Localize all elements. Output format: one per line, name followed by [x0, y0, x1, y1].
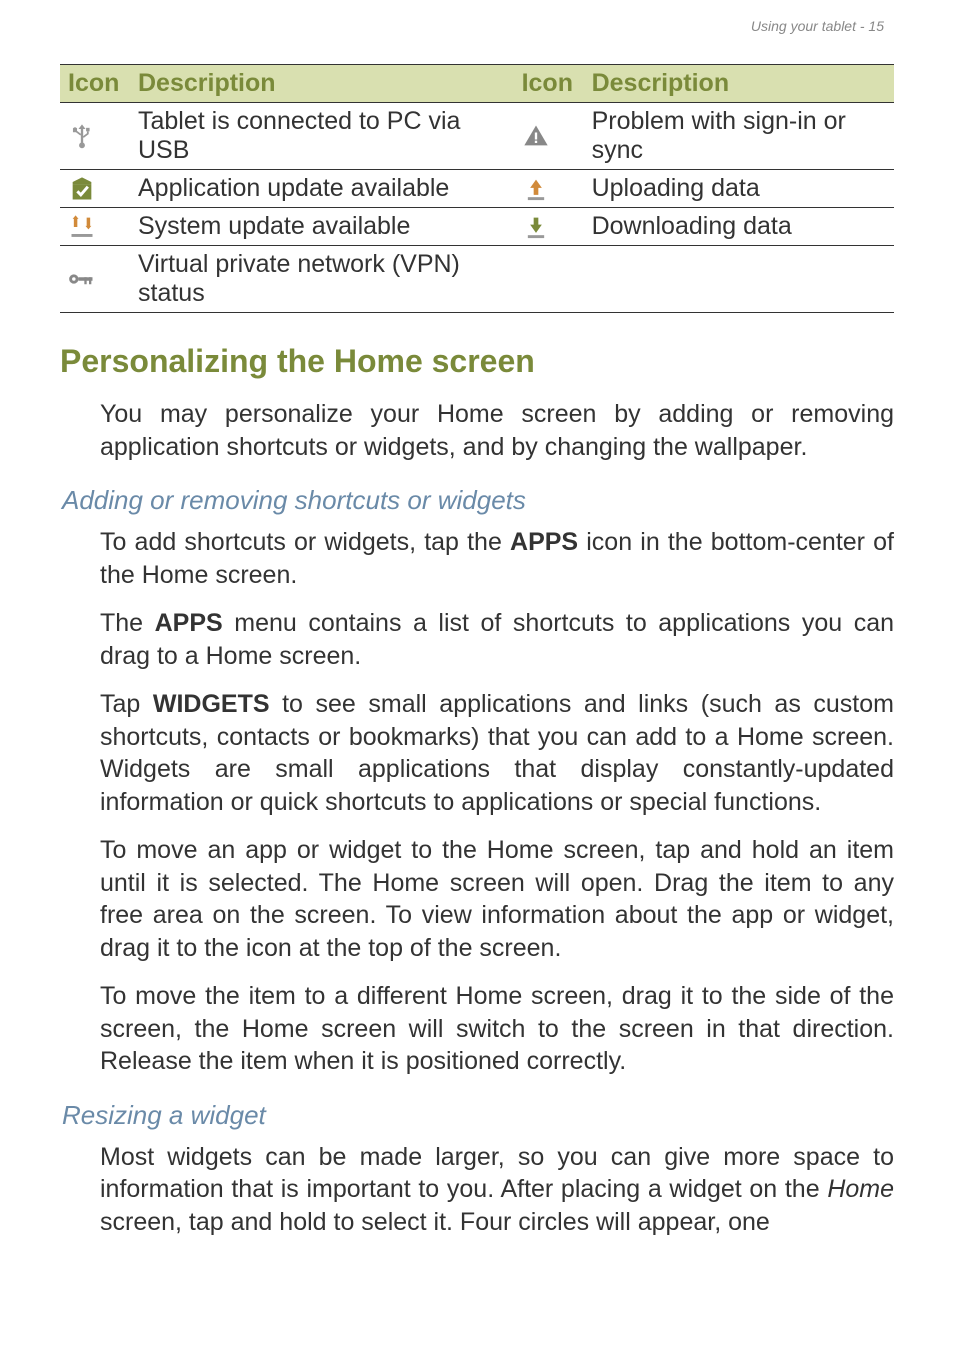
table-header-row: Icon Description Icon Description	[60, 65, 894, 103]
page-header: Using your tablet - 15	[60, 0, 894, 44]
resizing-p1: Most widgets can be made larger, so you …	[100, 1141, 894, 1239]
apps-label: APPS	[510, 528, 578, 556]
shortcuts-p2: The APPS menu contains a list of shortcu…	[100, 607, 894, 672]
table-row: Tablet is connected to PC via USB Proble…	[60, 103, 894, 170]
text-span: To add shortcuts or widgets, tap the	[100, 528, 510, 556]
download-icon	[514, 208, 584, 246]
cell-desc: Problem with sign-in or sync	[584, 103, 894, 170]
home-label: Home	[827, 1175, 894, 1203]
warning-icon	[514, 103, 584, 170]
upload-icon	[514, 170, 584, 208]
text-span: The	[100, 609, 155, 637]
usb-icon	[60, 103, 130, 170]
table-row: Application update available Uploading d…	[60, 170, 894, 208]
empty-icon	[514, 246, 584, 313]
text-span: screen, tap and hold to select it. Four …	[100, 1208, 770, 1236]
shortcuts-heading: Adding or removing shortcuts or widgets	[62, 485, 894, 516]
shortcuts-p1: To add shortcuts or widgets, tap the APP…	[100, 526, 894, 591]
header-desc-2: Description	[584, 65, 894, 103]
cell-desc: Application update available	[130, 170, 514, 208]
breadcrumb: Using your tablet - 15	[751, 18, 884, 34]
text-span: Most widgets can be made larger, so you …	[100, 1143, 894, 1204]
text-span: Tap	[100, 690, 153, 718]
cell-desc: Tablet is connected to PC via USB	[130, 103, 514, 170]
vpn-icon	[60, 246, 130, 313]
header-icon-1: Icon	[60, 65, 130, 103]
apps-label: APPS	[155, 609, 223, 637]
header-icon-2: Icon	[514, 65, 584, 103]
system-update-icon	[60, 208, 130, 246]
table-row: Virtual private network (VPN) status	[60, 246, 894, 313]
shortcuts-p5: To move the item to a different Home scr…	[100, 980, 894, 1078]
shortcuts-p3: Tap WIDGETS to see small applications an…	[100, 688, 894, 818]
table-row: System update available Downloading data	[60, 208, 894, 246]
cell-desc: Downloading data	[584, 208, 894, 246]
icon-description-table: Icon Description Icon Description Tablet…	[60, 64, 894, 313]
shortcuts-p4: To move an app or widget to the Home scr…	[100, 834, 894, 964]
resizing-heading: Resizing a widget	[62, 1100, 894, 1131]
cell-desc: System update available	[130, 208, 514, 246]
widgets-label: WIDGETS	[153, 690, 270, 718]
header-desc-1: Description	[130, 65, 514, 103]
cell-desc	[584, 246, 894, 313]
personalizing-heading: Personalizing the Home screen	[60, 343, 894, 380]
cell-desc: Virtual private network (VPN) status	[130, 246, 514, 313]
personalizing-paragraph: You may personalize your Home screen by …	[100, 398, 894, 463]
app-update-icon	[60, 170, 130, 208]
cell-desc: Uploading data	[584, 170, 894, 208]
